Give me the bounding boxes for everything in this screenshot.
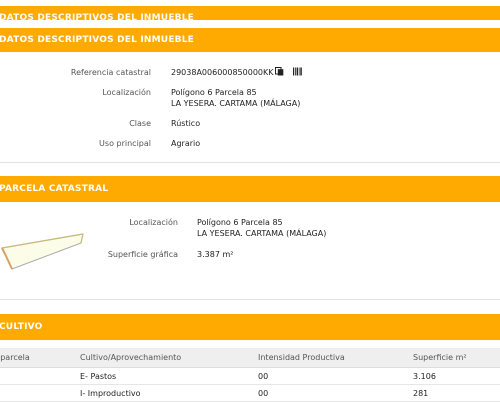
table-header-row: Subparcela Cultivo/Aprovechamiento Inten… [0, 348, 500, 368]
datos-descriptivos-title: DATOS DESCRIPTIVOS DEL INMUEBLE [0, 35, 195, 45]
barcode-icon[interactable] [293, 67, 302, 76]
cultivo-title: CULTIVO [0, 322, 43, 332]
subparcela-cell: a [0, 367, 80, 385]
cultivo-header: CULTIVO [0, 314, 500, 340]
cultivo-table: Subparcela Cultivo/Aprovechamiento Inten… [0, 348, 500, 402]
superficie-grafica-label: Superficie gráfica [107, 250, 178, 259]
superficie-grafica-value: 3.387 m² [197, 250, 234, 259]
localizacion-line2: LA YESERA. CARTAMA (MÁLAGA) [171, 99, 301, 108]
parcela-catastral-header: PARCELA CATASTRAL [0, 176, 500, 202]
parcela-localizacion-line1: Polígono 6 Parcela 85 [197, 218, 283, 227]
top-section-title: DATOS DESCRIPTIVOS DEL INMUEBLE [0, 13, 195, 23]
copy-icon[interactable] [275, 67, 284, 76]
uso-principal-value: Agrario [171, 139, 201, 148]
clase-label: Clase [129, 119, 151, 128]
col-intensidad: Intensidad Productiva [258, 348, 413, 368]
section-divider [0, 162, 500, 163]
superficie-cell: 281 [413, 384, 500, 402]
subparcela-cell: b [0, 384, 80, 402]
cultivo-cell: I- Improductivo [80, 384, 258, 402]
col-subparcela: Subparcela [0, 348, 80, 368]
referencia-catastral-label: Referencia catastral [70, 68, 151, 77]
table-row: a E- Pastos 00 3.106 [0, 367, 500, 385]
parcela-localizacion-line2: LA YESERA. CARTAMA (MÁLAGA) [197, 229, 327, 238]
parcela-localizacion-label: Localización [129, 218, 178, 227]
table-row: b I- Improductivo 00 281 [0, 384, 500, 402]
section-divider [0, 299, 500, 300]
datos-descriptivos-header: DATOS DESCRIPTIVOS DEL INMUEBLE [0, 28, 500, 52]
clase-value: Rústico [171, 119, 201, 128]
cultivo-cell: E- Pastos [80, 367, 258, 385]
intensidad-cell: 00 [258, 384, 413, 402]
localizacion-label: Localización [102, 88, 151, 97]
localizacion-line1: Polígono 6 Parcela 85 [171, 88, 257, 97]
col-superficie: Superficie m² [413, 348, 500, 368]
intensidad-cell: 00 [258, 367, 413, 385]
col-cultivo: Cultivo/Aprovechamiento [80, 348, 258, 368]
parcela-catastral-title: PARCELA CATASTRAL [0, 184, 109, 194]
top-section-header: DATOS DESCRIPTIVOS DEL INMUEBLE [0, 6, 500, 23]
superficie-cell: 3.106 [413, 367, 500, 385]
uso-principal-label: Uso principal [99, 139, 151, 148]
referencia-catastral-value: 29038A006000850000KK [171, 68, 274, 77]
